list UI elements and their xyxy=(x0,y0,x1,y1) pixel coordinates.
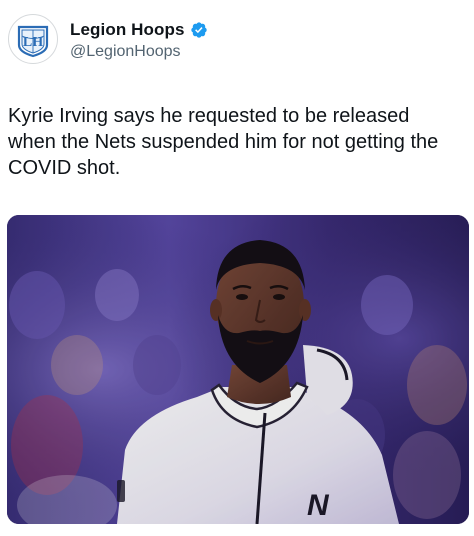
account-names: Legion Hoops @LegionHoops xyxy=(70,18,208,61)
avatar[interactable]: LH xyxy=(8,14,58,64)
legion-hoops-logo-icon: LH xyxy=(17,25,49,58)
tweet-text: Kyrie Irving says he requested to be rel… xyxy=(8,105,439,179)
display-name[interactable]: Legion Hoops xyxy=(70,20,185,40)
tweet-photo[interactable]: N xyxy=(7,215,469,524)
name-row: Legion Hoops xyxy=(70,18,208,42)
verified-badge-icon xyxy=(190,21,208,39)
avatar-logo-text: LH xyxy=(23,35,43,50)
tweet-card: LH Legion Hoops @LegionHoops Kyrie Irvin… xyxy=(0,0,474,536)
account-handle[interactable]: @LegionHoops xyxy=(70,43,208,61)
player-photo: N xyxy=(7,215,469,524)
tweet-header: LH Legion Hoops @LegionHoops xyxy=(8,14,208,64)
